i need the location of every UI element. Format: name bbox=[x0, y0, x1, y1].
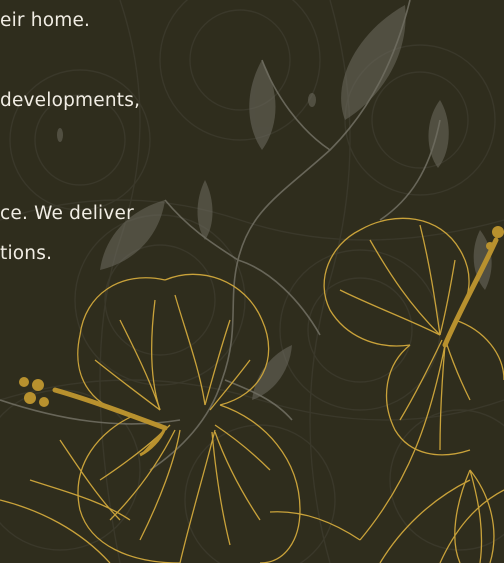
text-line-2: developments, bbox=[0, 90, 141, 111]
decorative-panel: eir home. developments, ce. We deliver t… bbox=[0, 0, 504, 563]
leaf-right bbox=[428, 100, 449, 168]
leaf-top-mid bbox=[249, 60, 276, 150]
leaf-center bbox=[197, 180, 213, 240]
stamen-left bbox=[19, 377, 168, 457]
leaf-lower bbox=[252, 345, 292, 400]
text-line-1: eir home. bbox=[0, 10, 91, 31]
text-line-4: tions. bbox=[0, 243, 53, 264]
hibiscus-left bbox=[0, 273, 301, 563]
text-line-3: ce. We deliver bbox=[0, 203, 134, 224]
leaf-top-right bbox=[341, 5, 406, 120]
stamen-right bbox=[442, 226, 504, 348]
hibiscus-right bbox=[269, 217, 504, 563]
hibiscus-illustration bbox=[0, 0, 504, 563]
